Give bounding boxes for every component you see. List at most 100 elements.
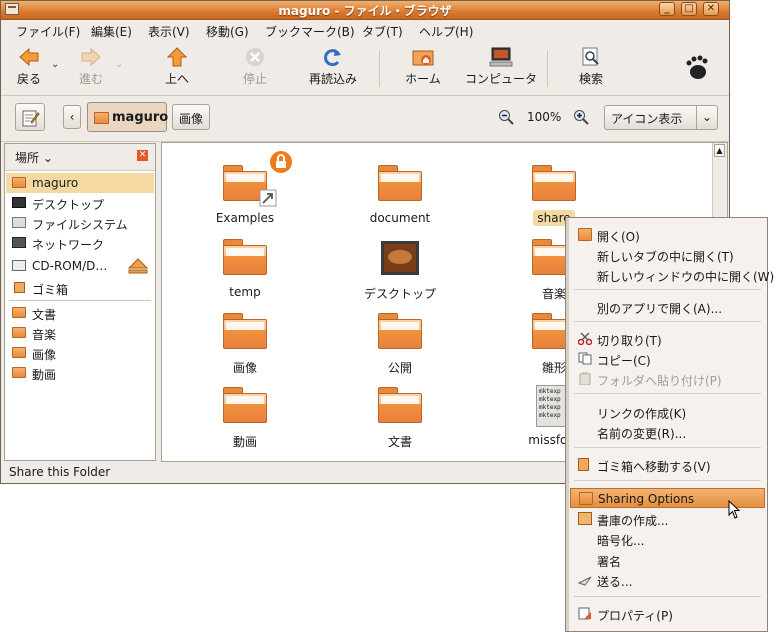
menu-item-open-new-tab[interactable]: 新しいタブの中に開く(T) [570,245,765,265]
folder-icon [378,387,422,423]
close-button[interactable]: ✕ [703,2,719,16]
scroll-up-arrow-icon[interactable]: ▲ [714,144,725,157]
close-sidebar-icon[interactable]: ✕ [137,150,148,161]
edit-location-icon [22,110,40,127]
menu-item-open[interactable]: 開く(O) [570,225,765,245]
menu-go[interactable]: 移動(G) [206,23,249,40]
menu-bookmarks[interactable]: ブックマーク(B) [265,23,355,40]
home-button[interactable]: ホーム [403,47,443,87]
menu-item-properties[interactable]: プロパティ(P) [570,604,765,624]
file-label: デスクトップ [363,287,436,301]
menu-tabs[interactable]: タブ(T) [362,23,403,40]
menubar: ファイル(F) 編集(E) 表示(V) 移動(G) ブックマーク(B) タブ(T… [1,20,729,41]
menu-help[interactable]: ヘルプ(H) [419,23,473,40]
toggle-location-entry-button[interactable] [15,103,45,131]
lock-emblem-icon [270,151,292,173]
sidebar-item-videos[interactable]: 動画 [6,363,154,383]
folder-icon [378,165,422,201]
menu-item-encrypt[interactable]: 暗号化... [570,529,765,549]
forward-history-chevron-icon[interactable]: ⌄ [115,59,123,70]
menu-item-copy[interactable]: コピー(C) [570,349,765,369]
trash-icon [578,458,589,471]
crumb-maguro[interactable]: maguro [87,102,168,132]
menu-view[interactable]: 表示(V) [148,23,190,40]
folder-icon [532,165,576,201]
file-label: temp [229,285,261,299]
folder-icon [12,367,26,378]
zoom-in-icon[interactable] [573,109,589,125]
chevron-down-icon: ⌄ [696,106,717,129]
search-icon [582,47,599,66]
sidebar-item-music[interactable]: 音楽 [6,323,154,343]
symlink-arrow-icon [259,189,277,207]
zoom-level: 100% [527,110,562,124]
stop-button[interactable]: 停止 [237,47,273,87]
optical-drive-icon [12,260,26,271]
search-button[interactable]: 検索 [571,47,611,87]
menu-item-open-new-window[interactable]: 新しいウィンドウの中に開く(W) [570,265,774,285]
title-bar[interactable]: maguro - ファイル・ブラウザ _ □ ✕ [1,1,729,20]
back-button[interactable]: 戻る [11,47,47,87]
sidebar-places: 場所 ⌄ ✕ maguro デスクトップ ファイルシステム ネットワーク CD-… [4,143,156,461]
view-mode-select[interactable]: アイコン表示 ⌄ [604,105,718,130]
reload-button[interactable]: 再読込み [301,47,365,87]
back-arrow-icon [19,47,39,67]
status-text: Share this Folder [9,465,111,479]
folder-icon [12,327,26,338]
menu-item-cut[interactable]: 切り取り(T) [570,329,765,349]
folder-icon [12,347,26,358]
toolbar-separator [547,51,548,87]
folder-icon [223,387,267,423]
sidebar-type-select[interactable]: 場所 ⌄ [15,149,53,166]
sidebar-item-desktop[interactable]: デスクトップ [6,193,154,213]
up-arrow-icon [166,47,188,67]
home-folder-icon [94,112,109,124]
sidebar-item-filesystem[interactable]: ファイルシステム [6,213,154,233]
sidebar-item-documents[interactable]: 文書 [6,303,154,323]
sidebar-item-pictures[interactable]: 画像 [6,343,154,363]
menu-item-sign[interactable]: 署名 [570,550,765,570]
sidebar-item-cdrom[interactable]: CD-ROM/D… [6,256,154,276]
gnome-foot-icon [686,55,708,79]
menu-file[interactable]: ファイル(F) [16,23,80,40]
file-label: 画像 [232,361,257,375]
file-label: document [369,211,431,225]
harddisk-icon [12,217,26,228]
menu-item-move-to-trash[interactable]: ゴミ箱へ移動する(V) [570,455,765,475]
minimize-button[interactable]: _ [659,2,675,16]
desktop-icon [12,197,26,208]
computer-button[interactable]: コンピュータ [465,47,537,87]
reload-icon [324,49,341,67]
menu-item-rename[interactable]: 名前の変更(R)... [570,422,765,442]
menu-item-open-with[interactable]: 別のアプリで開く(A)... [570,297,765,317]
trash-icon [14,282,25,293]
paste-icon [579,372,591,385]
up-button[interactable]: 上へ [159,47,195,87]
forward-button[interactable]: 進む [73,47,109,87]
forward-arrow-icon [81,47,101,67]
copy-icon [578,352,592,365]
sidebar-item-trash[interactable]: ゴミ箱 [6,278,154,298]
sidebar-item-network[interactable]: ネットワーク [6,233,154,253]
context-menu: 開く(O) 新しいタブの中に開く(T) 新しいウィンドウの中に開く(W) 別のア… [565,217,774,632]
file-label: 動画 [232,435,257,449]
folder-icon [223,313,267,349]
menu-edit[interactable]: 編集(E) [91,23,132,40]
file-label: 文書 [387,435,412,449]
maximize-button[interactable]: □ [681,2,697,16]
back-history-chevron-icon[interactable]: ⌄ [51,59,59,70]
desktop-folder-icon [381,241,419,275]
sidebar-header: 場所 ⌄ ✕ [5,144,155,171]
file-label: 公開 [387,361,412,375]
zoom-out-icon[interactable] [498,109,514,125]
crumb-pictures[interactable]: 画像 [172,104,210,130]
sidebar-item-maguro[interactable]: maguro [6,173,154,193]
crumb-scroll-left-button[interactable]: ‹ [63,105,81,129]
send-icon [578,576,592,586]
menu-item-send-to[interactable]: 送る... [570,570,765,590]
menu-item-paste-into-folder[interactable]: フォルダへ貼り付け(P) [570,369,765,389]
eject-icon[interactable] [128,258,148,274]
location-bar: ‹ maguro 画像 100% アイコン表示 ⌄ [1,96,729,142]
menu-item-make-link[interactable]: リンクの作成(K) [570,402,765,422]
window-title: maguro - ファイル・ブラウザ [278,4,452,18]
